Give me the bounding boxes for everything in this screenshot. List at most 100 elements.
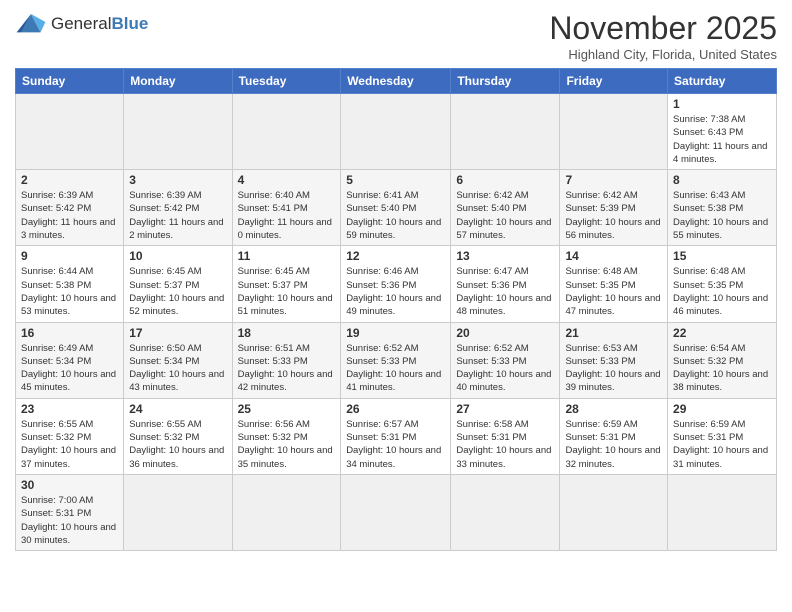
calendar-cell: 3 Sunrise: 6:39 AM Sunset: 5:42 PM Daylig… xyxy=(124,170,232,246)
calendar-cell: 12 Sunrise: 6:46 AM Sunset: 5:36 PM Dayli… xyxy=(341,246,451,322)
day-number: 15 xyxy=(673,249,771,263)
calendar-cell xyxy=(124,94,232,170)
weekday-header-tuesday: Tuesday xyxy=(232,69,341,94)
day-info: Sunrise: 7:38 AM Sunset: 6:43 PM Dayligh… xyxy=(673,113,771,166)
day-info: Sunrise: 6:52 AM Sunset: 5:33 PM Dayligh… xyxy=(346,342,445,395)
day-info: Sunrise: 6:59 AM Sunset: 5:31 PM Dayligh… xyxy=(565,418,662,471)
header: GeneralBlue November 2025 Highland City,… xyxy=(15,10,777,62)
calendar-cell: 11Sunrise: 6:45 AM Sunset: 5:37 PM Dayli… xyxy=(232,246,341,322)
calendar-cell: 18 Sunrise: 6:51 AM Sunset: 5:33 PM Dayli… xyxy=(232,322,341,398)
day-number: 20 xyxy=(456,326,554,340)
day-info: Sunrise: 6:59 AM Sunset: 5:31 PM Dayligh… xyxy=(673,418,771,471)
calendar-cell: 4 Sunrise: 6:40 AM Sunset: 5:41 PM Daylig… xyxy=(232,170,341,246)
day-info: Sunrise: 6:45 AM Sunset: 5:37 PM Dayligh… xyxy=(129,265,226,318)
logo: GeneralBlue xyxy=(15,10,148,38)
day-info: Sunrise: 6:58 AM Sunset: 5:31 PM Dayligh… xyxy=(456,418,554,471)
day-number: 24 xyxy=(129,402,226,416)
day-info: Sunrise: 6:45 AM Sunset: 5:37 PM Dayligh… xyxy=(238,265,336,318)
week-row-4: 16 Sunrise: 6:49 AM Sunset: 5:34 PM Dayli… xyxy=(16,322,777,398)
calendar-cell: 7Sunrise: 6:42 AM Sunset: 5:39 PM Daylig… xyxy=(560,170,668,246)
calendar-header: SundayMondayTuesdayWednesdayThursdayFrid… xyxy=(16,69,777,94)
calendar-cell xyxy=(232,94,341,170)
day-info: Sunrise: 6:40 AM Sunset: 5:41 PM Dayligh… xyxy=(238,189,336,242)
day-info: Sunrise: 6:53 AM Sunset: 5:33 PM Dayligh… xyxy=(565,342,662,395)
calendar-cell: 16 Sunrise: 6:49 AM Sunset: 5:34 PM Dayli… xyxy=(16,322,124,398)
day-number: 8 xyxy=(673,173,771,187)
day-number: 2 xyxy=(21,173,118,187)
calendar-cell: 29 Sunrise: 6:59 AM Sunset: 5:31 PM Dayli… xyxy=(668,398,777,474)
day-number: 21 xyxy=(565,326,662,340)
day-number: 10 xyxy=(129,249,226,263)
day-number: 18 xyxy=(238,326,336,340)
day-number: 26 xyxy=(346,402,445,416)
calendar-cell: 15 Sunrise: 6:48 AM Sunset: 5:35 PM Dayli… xyxy=(668,246,777,322)
calendar-cell: 1Sunrise: 7:38 AM Sunset: 6:43 PM Daylig… xyxy=(668,94,777,170)
calendar-body: 1Sunrise: 7:38 AM Sunset: 6:43 PM Daylig… xyxy=(16,94,777,551)
title-area: November 2025 Highland City, Florida, Un… xyxy=(549,10,777,62)
calendar-cell: 26Sunrise: 6:57 AM Sunset: 5:31 PM Dayli… xyxy=(341,398,451,474)
day-number: 9 xyxy=(21,249,118,263)
day-number: 12 xyxy=(346,249,445,263)
weekday-header-monday: Monday xyxy=(124,69,232,94)
day-info: Sunrise: 6:42 AM Sunset: 5:39 PM Dayligh… xyxy=(565,189,662,242)
day-number: 14 xyxy=(565,249,662,263)
calendar-cell: 21 Sunrise: 6:53 AM Sunset: 5:33 PM Dayli… xyxy=(560,322,668,398)
day-info: Sunrise: 6:47 AM Sunset: 5:36 PM Dayligh… xyxy=(456,265,554,318)
month-title: November 2025 xyxy=(549,10,777,47)
calendar-cell: 19Sunrise: 6:52 AM Sunset: 5:33 PM Dayli… xyxy=(341,322,451,398)
day-info: Sunrise: 6:43 AM Sunset: 5:38 PM Dayligh… xyxy=(673,189,771,242)
day-number: 25 xyxy=(238,402,336,416)
calendar-cell xyxy=(232,474,341,550)
week-row-6: 30Sunrise: 7:00 AM Sunset: 5:31 PM Dayli… xyxy=(16,474,777,550)
calendar-cell xyxy=(124,474,232,550)
day-number: 17 xyxy=(129,326,226,340)
day-number: 3 xyxy=(129,173,226,187)
calendar-cell: 22Sunrise: 6:54 AM Sunset: 5:32 PM Dayli… xyxy=(668,322,777,398)
calendar-cell xyxy=(668,474,777,550)
day-info: Sunrise: 6:46 AM Sunset: 5:36 PM Dayligh… xyxy=(346,265,445,318)
calendar-cell: 14Sunrise: 6:48 AM Sunset: 5:35 PM Dayli… xyxy=(560,246,668,322)
calendar-cell: 24Sunrise: 6:55 AM Sunset: 5:32 PM Dayli… xyxy=(124,398,232,474)
day-number: 23 xyxy=(21,402,118,416)
calendar-cell: 20Sunrise: 6:52 AM Sunset: 5:33 PM Dayli… xyxy=(451,322,560,398)
weekday-header-sunday: Sunday xyxy=(16,69,124,94)
week-row-3: 9 Sunrise: 6:44 AM Sunset: 5:38 PM Daylig… xyxy=(16,246,777,322)
calendar-table: SundayMondayTuesdayWednesdayThursdayFrid… xyxy=(15,68,777,551)
day-info: Sunrise: 7:00 AM Sunset: 5:31 PM Dayligh… xyxy=(21,494,118,547)
weekday-header-friday: Friday xyxy=(560,69,668,94)
calendar-cell: 13Sunrise: 6:47 AM Sunset: 5:36 PM Dayli… xyxy=(451,246,560,322)
day-info: Sunrise: 6:39 AM Sunset: 5:42 PM Dayligh… xyxy=(21,189,118,242)
day-number: 4 xyxy=(238,173,336,187)
day-number: 5 xyxy=(346,173,445,187)
calendar-cell xyxy=(451,94,560,170)
calendar-cell xyxy=(16,94,124,170)
calendar-cell: 25Sunrise: 6:56 AM Sunset: 5:32 PM Dayli… xyxy=(232,398,341,474)
day-number: 29 xyxy=(673,402,771,416)
logo-text: GeneralBlue xyxy=(51,15,148,34)
day-info: Sunrise: 6:49 AM Sunset: 5:34 PM Dayligh… xyxy=(21,342,118,395)
location-subtitle: Highland City, Florida, United States xyxy=(549,47,777,62)
logo-icon xyxy=(15,10,47,38)
weekday-header-thursday: Thursday xyxy=(451,69,560,94)
day-info: Sunrise: 6:51 AM Sunset: 5:33 PM Dayligh… xyxy=(238,342,336,395)
day-info: Sunrise: 6:39 AM Sunset: 5:42 PM Dayligh… xyxy=(129,189,226,242)
calendar-cell: 9 Sunrise: 6:44 AM Sunset: 5:38 PM Daylig… xyxy=(16,246,124,322)
day-number: 6 xyxy=(456,173,554,187)
weekday-header-wednesday: Wednesday xyxy=(341,69,451,94)
weekday-header-saturday: Saturday xyxy=(668,69,777,94)
day-info: Sunrise: 6:50 AM Sunset: 5:34 PM Dayligh… xyxy=(129,342,226,395)
calendar-cell: 30Sunrise: 7:00 AM Sunset: 5:31 PM Dayli… xyxy=(16,474,124,550)
calendar-cell xyxy=(451,474,560,550)
day-number: 16 xyxy=(21,326,118,340)
calendar-cell: 10 Sunrise: 6:45 AM Sunset: 5:37 PM Dayli… xyxy=(124,246,232,322)
day-number: 22 xyxy=(673,326,771,340)
day-info: Sunrise: 6:44 AM Sunset: 5:38 PM Dayligh… xyxy=(21,265,118,318)
day-info: Sunrise: 6:48 AM Sunset: 5:35 PM Dayligh… xyxy=(673,265,771,318)
weekday-header-row: SundayMondayTuesdayWednesdayThursdayFrid… xyxy=(16,69,777,94)
day-number: 27 xyxy=(456,402,554,416)
calendar-cell: 5 Sunrise: 6:41 AM Sunset: 5:40 PM Daylig… xyxy=(341,170,451,246)
day-info: Sunrise: 6:41 AM Sunset: 5:40 PM Dayligh… xyxy=(346,189,445,242)
calendar-cell: 17 Sunrise: 6:50 AM Sunset: 5:34 PM Dayli… xyxy=(124,322,232,398)
week-row-2: 2 Sunrise: 6:39 AM Sunset: 5:42 PM Daylig… xyxy=(16,170,777,246)
calendar-cell: 28Sunrise: 6:59 AM Sunset: 5:31 PM Dayli… xyxy=(560,398,668,474)
